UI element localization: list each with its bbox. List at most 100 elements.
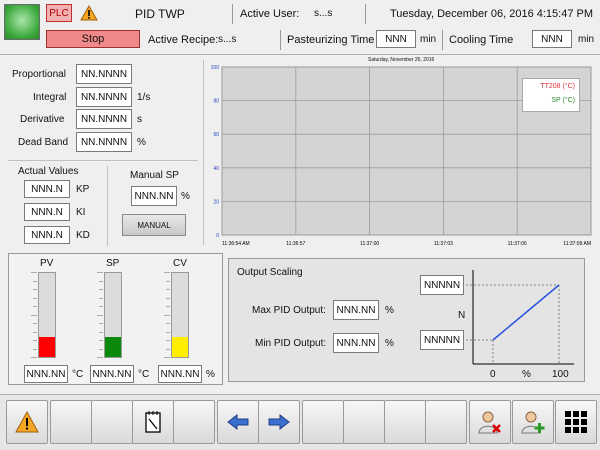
actual-values-title: Actual Values — [18, 166, 79, 177]
warning-icon[interactable] — [80, 4, 98, 21]
integral-field[interactable]: NN.NNNN — [76, 87, 132, 107]
trend-y-tick: 60 — [213, 132, 219, 138]
cv-gauge-fill — [172, 336, 188, 357]
pasteurizing-time-label: Pasteurizing Time — [287, 34, 375, 46]
pv-gauge — [38, 272, 56, 358]
legend-tt208: TT208 (°C) — [540, 83, 575, 90]
gauge-tick — [33, 306, 37, 307]
gauge-tick — [164, 272, 170, 273]
deadband-field[interactable]: NN.NNNN — [76, 132, 132, 152]
trend-y-tick: 0 — [216, 233, 219, 239]
gauge-tick — [99, 323, 103, 324]
gauge-tick — [166, 289, 170, 290]
toolbar-button-3[interactable] — [91, 400, 133, 444]
sp-gauge — [104, 272, 122, 358]
gauge-tick — [33, 280, 37, 282]
derivative-unit: s — [137, 114, 142, 125]
stop-button[interactable]: Stop — [46, 30, 140, 48]
proportional-field[interactable]: NN.NNNN — [76, 64, 132, 84]
integral-label: Integral — [33, 92, 67, 103]
gauge-tick — [99, 280, 103, 282]
deadband-unit: % — [137, 137, 146, 148]
cooling-time-label: Cooling Time — [449, 34, 514, 46]
add-user-button[interactable] — [512, 400, 554, 444]
gauge-tick — [33, 297, 37, 299]
min-pid-output-unit: % — [385, 338, 394, 349]
notepad-button[interactable] — [132, 400, 174, 444]
scaling-n-label: N — [458, 310, 466, 321]
legend-sp: SP (°C) — [551, 97, 575, 104]
min-pid-output-field[interactable]: NNN.NN — [333, 333, 379, 353]
toolbar-button-11[interactable] — [425, 400, 467, 444]
gauge-tick — [99, 306, 103, 307]
gauge-tick — [99, 331, 103, 333]
kp-label: KP — [76, 184, 90, 195]
active-user-value: s...s — [314, 8, 333, 19]
kd-field: NNN.N — [24, 226, 70, 244]
cooling-time-field[interactable]: NNN — [532, 30, 572, 48]
scaling-line — [492, 284, 560, 341]
scaling-top-field[interactable]: NNNNN — [420, 275, 464, 295]
scaling-bottom-field[interactable]: NNNNN — [420, 330, 464, 350]
integral-unit: 1/s — [137, 92, 151, 103]
pasteurizing-time-field[interactable]: NNN — [376, 30, 416, 48]
active-user-label: Active User: — [240, 8, 300, 20]
trend-y-tick: 40 — [213, 166, 219, 172]
cv-label: CV — [173, 258, 187, 269]
manual-sp-unit: % — [181, 191, 190, 202]
trend-y-tick: 20 — [213, 199, 219, 205]
manual-sp-field[interactable]: NNN.NN — [131, 186, 177, 206]
menu-button[interactable] — [555, 400, 597, 444]
trend-x-tick: 11:37:09 AM — [563, 241, 591, 247]
manual-button[interactable]: MANUAL — [122, 214, 186, 236]
gauge-tick — [164, 314, 170, 316]
cv-gauge — [171, 272, 189, 358]
plc-label: PLC — [49, 7, 69, 19]
toolbar-button-10[interactable] — [384, 400, 426, 444]
plc-button[interactable]: PLC — [46, 4, 72, 22]
trend-legend: TT208 (°C) SP (°C) — [522, 78, 580, 112]
output-scaling-title: Output Scaling — [237, 267, 303, 278]
page-title: PID TWP — [135, 7, 185, 21]
derivative-label: Derivative — [20, 114, 65, 125]
home-logo[interactable] — [4, 4, 40, 40]
gauge-tick — [166, 340, 170, 341]
arrow-right-icon — [268, 414, 290, 430]
manual-sp-title: Manual SP — [130, 170, 179, 181]
toolbar-button-9[interactable] — [343, 400, 385, 444]
notepad-icon — [145, 411, 161, 433]
gauge-tick — [31, 272, 37, 273]
toolbar-button-2[interactable] — [50, 400, 92, 444]
ki-field: NNN.N — [24, 203, 70, 221]
stop-label: Stop — [81, 33, 105, 45]
gauge-tick — [166, 323, 170, 324]
gauge-tick — [166, 280, 170, 282]
gauge-tick — [33, 348, 37, 350]
max-pid-output-unit: % — [385, 305, 394, 316]
max-pid-output-field[interactable]: NNN.NN — [333, 300, 379, 320]
gauge-tick — [33, 289, 37, 290]
deadband-label: Dead Band — [18, 137, 69, 148]
active-recipe-label: Active Recipe: — [148, 34, 219, 46]
back-button[interactable] — [217, 400, 259, 444]
alarm-button[interactable] — [6, 400, 48, 444]
forward-button[interactable] — [258, 400, 300, 444]
scaling-x0: 0 — [490, 369, 496, 380]
manual-button-label: MANUAL — [137, 220, 171, 230]
sp-gauge-label: SP — [106, 258, 120, 269]
pv-unit: °C — [72, 369, 84, 380]
arrow-left-icon — [227, 414, 249, 430]
derivative-field[interactable]: NN.NNNN — [76, 109, 132, 129]
toolbar-button-8[interactable] — [302, 400, 344, 444]
ki-label: KI — [76, 207, 86, 218]
gauge-tick — [97, 357, 103, 358]
cv-value-field: NNN.NN — [158, 365, 202, 383]
scaling-x100: 100 — [552, 369, 569, 380]
user-add-icon — [521, 411, 545, 434]
scaling-graph — [466, 270, 574, 365]
trend-x-tick: 11:37:00 — [360, 241, 379, 247]
pv-gauge-fill — [39, 336, 55, 357]
toolbar-button-5[interactable] — [173, 400, 215, 444]
logout-user-button[interactable] — [469, 400, 511, 444]
kd-label: KD — [76, 230, 90, 241]
